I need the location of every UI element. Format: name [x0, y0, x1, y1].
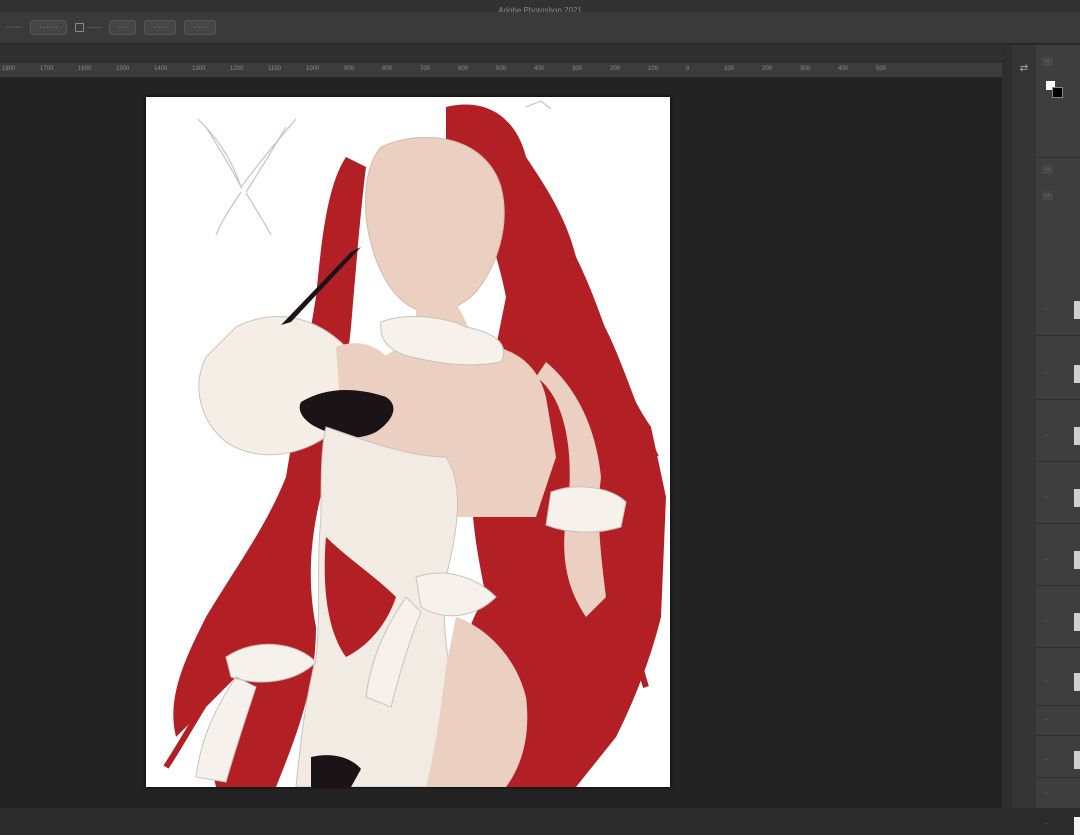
ruler-label: 1300 [192, 66, 206, 72]
document-tab-strip [0, 45, 1002, 63]
layer-thumbnail [1074, 751, 1080, 769]
ruler-label: 1700 [40, 66, 54, 72]
artwork [163, 100, 666, 787]
layer-divider [1036, 523, 1080, 524]
ruler-label: 400 [534, 66, 545, 72]
layer-divider [1036, 647, 1080, 648]
layer-row-label[interactable]: ·· [1044, 757, 1048, 763]
horizontal-ruler: 1800 1700 1600 1500 1400 1300 1200 1100 … [0, 63, 1002, 78]
ruler-label: 100 [648, 66, 659, 72]
layer-thumbnail [1074, 427, 1080, 445]
panel-tab-layers[interactable]: ·· [1042, 165, 1053, 174]
ruler-label: 1800 [2, 66, 16, 72]
options-bar: ······· ········ ······ ···· ······ ····… [0, 12, 1080, 44]
layer-row-label[interactable]: ·· [1044, 717, 1048, 723]
panel-tab-adjust[interactable]: ·· [1042, 191, 1053, 200]
ruler-label: 300 [800, 66, 811, 72]
ruler-label: 1200 [230, 66, 244, 72]
panel-divider [1036, 157, 1080, 158]
layer-row-label[interactable]: ·· [1044, 557, 1048, 563]
options-button-2[interactable]: ···· [108, 20, 137, 35]
collapse-panels-icon[interactable]: ⇄ [1018, 63, 1030, 75]
layer-divider [1036, 461, 1080, 462]
options-button-1[interactable]: ········ [30, 20, 67, 35]
layer-row-label[interactable]: ·· [1044, 619, 1048, 625]
ruler-label: 300 [572, 66, 583, 72]
layer-row-label[interactable]: ·· [1044, 679, 1048, 685]
panel-toolstrip: ⇄ [1012, 45, 1036, 808]
layer-row-label[interactable]: ·· [1044, 433, 1048, 439]
ruler-label: 700 [420, 66, 431, 72]
layer-row-label[interactable]: ·· [1044, 821, 1048, 827]
layer-thumbnail [1074, 613, 1080, 631]
ruler-label: 800 [382, 66, 393, 72]
layer-divider [1036, 585, 1080, 586]
document-canvas[interactable] [146, 97, 670, 787]
title-bar: Adobe Photoshop 2021 [0, 0, 1080, 15]
right-panels: ·· ·· ·· ·· ·· ·· ·· ·· ·· ·· ·· ·· ·· ·… [1036, 45, 1080, 835]
background-color-swatch[interactable] [1052, 87, 1063, 98]
layer-row-label[interactable]: ·· [1044, 791, 1048, 797]
layer-thumbnail [1074, 551, 1080, 569]
ruler-label: 100 [724, 66, 735, 72]
ruler-label: 200 [762, 66, 773, 72]
ruler-label: 1000 [306, 66, 320, 72]
ruler-label: 200 [610, 66, 621, 72]
layer-divider [1036, 335, 1080, 336]
ruler-label: 1100 [268, 66, 281, 72]
ruler-label: 0 [686, 66, 690, 72]
ruler-label: 1400 [154, 66, 168, 72]
layer-thumbnail [1074, 673, 1080, 691]
layer-divider [1036, 399, 1080, 400]
ruler-label: 600 [458, 66, 469, 72]
vertical-scrollbar[interactable] [1002, 45, 1012, 808]
wrist-cuff [545, 486, 627, 533]
layer-row-label[interactable]: ·· [1044, 495, 1048, 501]
options-label: ······· [6, 24, 23, 31]
layer-thumbnail [1074, 301, 1080, 319]
panel-tab-color[interactable]: ·· [1042, 57, 1053, 66]
ruler-label: 400 [838, 66, 849, 72]
options-button-4[interactable]: ······ [184, 20, 217, 35]
layer-row-label[interactable]: ·· [1044, 371, 1048, 377]
options-checkbox[interactable]: ······ [74, 23, 101, 32]
layer-row-label[interactable]: ·· [1044, 307, 1048, 313]
ruler-label: 500 [496, 66, 507, 72]
checkbox-icon[interactable] [74, 23, 84, 32]
ruler-label: 1600 [78, 66, 92, 72]
layer-divider [1036, 705, 1080, 706]
face [365, 136, 505, 313]
options-button-3[interactable]: ······ [144, 20, 177, 35]
layer-divider [1036, 735, 1080, 736]
layer-thumbnail [1074, 817, 1080, 835]
layer-thumbnail [1074, 365, 1080, 383]
ruler-label: 900 [344, 66, 355, 72]
ruler-label: 1500 [116, 66, 130, 72]
checkbox-label: ······ [86, 24, 101, 32]
ruler-label: 500 [876, 66, 887, 72]
layer-divider [1036, 777, 1080, 778]
layer-thumbnail [1074, 489, 1080, 507]
